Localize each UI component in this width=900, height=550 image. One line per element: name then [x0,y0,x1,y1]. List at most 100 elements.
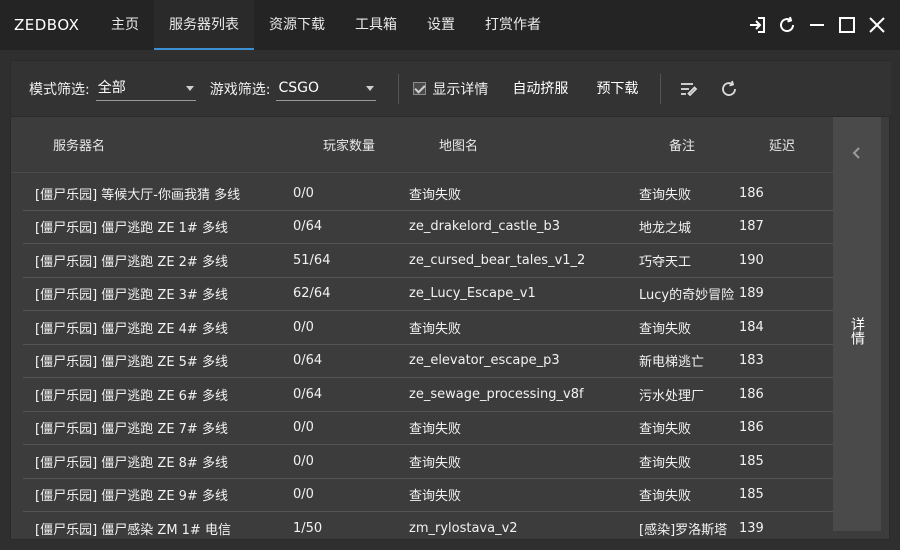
table-row[interactable]: [僵尸乐园] 僵尸感染 ZM 1# 电信 1/50 zm_rylostava_v… [23,512,833,541]
table-row[interactable]: [僵尸乐园] 僵尸逃跑 ZE 9# 多线 0/0 查询失败 查询失败 185 [23,479,833,512]
window-controls [742,0,900,50]
server-note: 新电梯逃亡 [639,355,705,371]
show-details-label: 显示详情 [432,81,489,98]
map-name: ze_elevator_escape_p3 [409,353,560,369]
ping-value: 185 [739,487,764,503]
table-row[interactable]: [僵尸乐园] 僵尸逃跑 ZE 6# 多线 0/64 ze_sewage_proc… [23,378,833,412]
server-name: [僵尸乐园] 僵尸逃跑 ZE 4# 多线 [35,321,228,337]
map-name: 查询失败 [409,187,462,203]
table-row[interactable]: [僵尸乐园] 等候大厅-你画我猜 多线 0/0 查询失败 查询失败 186 [23,177,833,211]
server-note: 查询失败 [639,455,692,471]
refresh-icon [780,16,795,33]
table-body: [僵尸乐园] 等候大厅-你画我猜 多线 0/0 查询失败 查询失败 186 [僵… [23,177,833,541]
refresh-window-button[interactable] [772,10,802,40]
refresh-list-button[interactable] [709,73,749,105]
login-icon [750,17,765,33]
ping-value: 185 [739,453,764,469]
table-row[interactable]: [僵尸乐园] 僵尸逃跑 ZE 3# 多线 62/64 ze_Lucy_Escap… [23,278,833,311]
table-row[interactable]: [僵尸乐园] 僵尸逃跑 ZE 1# 多线 0/64 ze_drakelord_c… [23,211,833,244]
tab-settings[interactable]: 设置 [412,0,470,50]
tab-toolbox[interactable]: 工具箱 [340,0,412,50]
map-name: ze_Lucy_Escape_v1 [409,286,536,302]
header-map[interactable]: 地图名 [439,135,669,154]
map-name: ze_sewage_processing_v8f [409,386,584,402]
ping-value: 189 [739,286,764,302]
map-name: 查询失败 [409,489,462,505]
server-note: [感染]罗洛斯塔 [639,522,728,538]
filter-toolbar: 模式筛选: 全部 游戏筛选: CSGO 显示详情 自动挤服 预下载 [11,61,891,117]
ping-value: 186 [739,386,764,402]
map-name: ze_cursed_bear_tales_v1_2 [409,252,586,268]
refresh-icon [722,80,737,96]
mode-filter-select[interactable]: 全部 [95,77,196,101]
auto-join-button[interactable]: 自动挤服 [498,73,582,105]
server-note: 地龙之城 [639,221,692,237]
toolbar-divider [660,73,662,104]
player-count: 62/64 [293,286,331,302]
server-list-panel: 模式筛选: 全部 游戏筛选: CSGO 显示详情 自动挤服 预下载 服务器名 玩… [10,60,891,541]
table-row[interactable]: [僵尸乐园] 僵尸逃跑 ZE 7# 多线 0/0 查询失败 查询失败 186 [23,412,833,445]
map-name: zm_rylostava_v2 [409,520,518,536]
toolbar-divider [398,73,400,104]
minimize-button[interactable] [802,10,832,40]
ping-value: 190 [739,252,764,268]
main-tabs: 主页 服务器列表 资源下载 工具箱 设置 打赏作者 [96,0,556,50]
maximize-button[interactable] [832,10,862,40]
close-icon [869,17,885,33]
player-count: 0/0 [293,185,314,201]
server-name: [僵尸乐园] 等候大厅-你画我猜 多线 [35,187,241,203]
edit-list-button[interactable] [669,73,709,105]
tab-server-list[interactable]: 服务器列表 [154,0,254,50]
title-bar: ZEDBOX 主页 服务器列表 资源下载 工具箱 设置 打赏作者 [0,0,900,50]
login-button[interactable] [742,10,772,40]
ping-value: 186 [739,185,764,201]
player-count: 0/0 [293,453,314,469]
server-note: 查询失败 [639,321,692,337]
ping-value: 139 [739,520,764,536]
table-row[interactable]: [僵尸乐园] 僵尸逃跑 ZE 5# 多线 0/64 ze_elevator_es… [23,345,833,378]
server-name: [僵尸乐园] 僵尸逃跑 ZE 9# 多线 [35,489,228,505]
collapse-panel-button[interactable] [849,145,865,161]
show-details-checkbox[interactable] [413,82,427,95]
server-name: [僵尸乐园] 僵尸逃跑 ZE 3# 多线 [35,288,228,304]
predownload-button[interactable]: 预下载 [582,73,652,105]
ping-value: 183 [739,353,764,369]
server-name: [僵尸乐园] 僵尸逃跑 ZE 8# 多线 [35,455,228,471]
table-row[interactable]: [僵尸乐园] 僵尸逃跑 ZE 4# 多线 0/0 查询失败 查询失败 184 [23,311,833,345]
server-note: 查询失败 [639,489,692,505]
header-players[interactable]: 玩家数量 [323,135,439,154]
map-name: 查询失败 [409,321,462,337]
tab-home[interactable]: 主页 [96,0,154,50]
player-count: 1/50 [293,520,323,536]
close-button[interactable] [862,10,892,40]
maximize-icon [839,17,855,33]
tab-downloads[interactable]: 资源下载 [254,0,340,50]
table-row[interactable]: [僵尸乐园] 僵尸逃跑 ZE 2# 多线 51/64 ze_cursed_bea… [23,244,833,278]
server-table: 服务器名 玩家数量 地图名 备注 延迟 [僵尸乐园] 等候大厅-你画我猜 多线 … [11,117,833,541]
table-row[interactable]: [僵尸乐园] 僵尸逃跑 ZE 8# 多线 0/0 查询失败 查询失败 185 [23,445,833,479]
player-count: 0/0 [293,319,314,335]
header-note[interactable]: 备注 [669,135,769,154]
map-name: ze_drakelord_castle_b3 [409,219,560,235]
show-details-toggle[interactable]: 显示详情 [413,79,488,99]
detail-tab[interactable]: 详情 [847,317,867,345]
game-filter-select[interactable]: CSGO [276,77,377,101]
chevron-down-icon [366,85,375,91]
server-name: [僵尸乐园] 僵尸逃跑 ZE 6# 多线 [35,388,228,404]
chevron-down-icon [185,85,194,91]
header-ping[interactable]: 延迟 [769,135,829,154]
map-name: 查询失败 [409,422,462,438]
server-name: [僵尸乐园] 僵尸感染 ZM 1# 电信 [35,522,231,538]
edit-list-icon [681,82,698,96]
server-note: 查询失败 [639,422,692,438]
ping-value: 186 [739,420,764,436]
server-name: [僵尸乐园] 僵尸逃跑 ZE 1# 多线 [35,221,228,237]
tab-donate[interactable]: 打赏作者 [470,0,556,50]
server-name: [僵尸乐园] 僵尸逃跑 ZE 2# 多线 [35,254,228,270]
map-name: 查询失败 [409,455,462,471]
player-count: 0/64 [293,219,323,235]
server-name: [僵尸乐园] 僵尸逃跑 ZE 7# 多线 [35,422,228,438]
server-note: 巧夺天工 [639,254,692,270]
player-count: 51/64 [293,252,331,268]
header-server-name[interactable]: 服务器名 [53,135,323,154]
